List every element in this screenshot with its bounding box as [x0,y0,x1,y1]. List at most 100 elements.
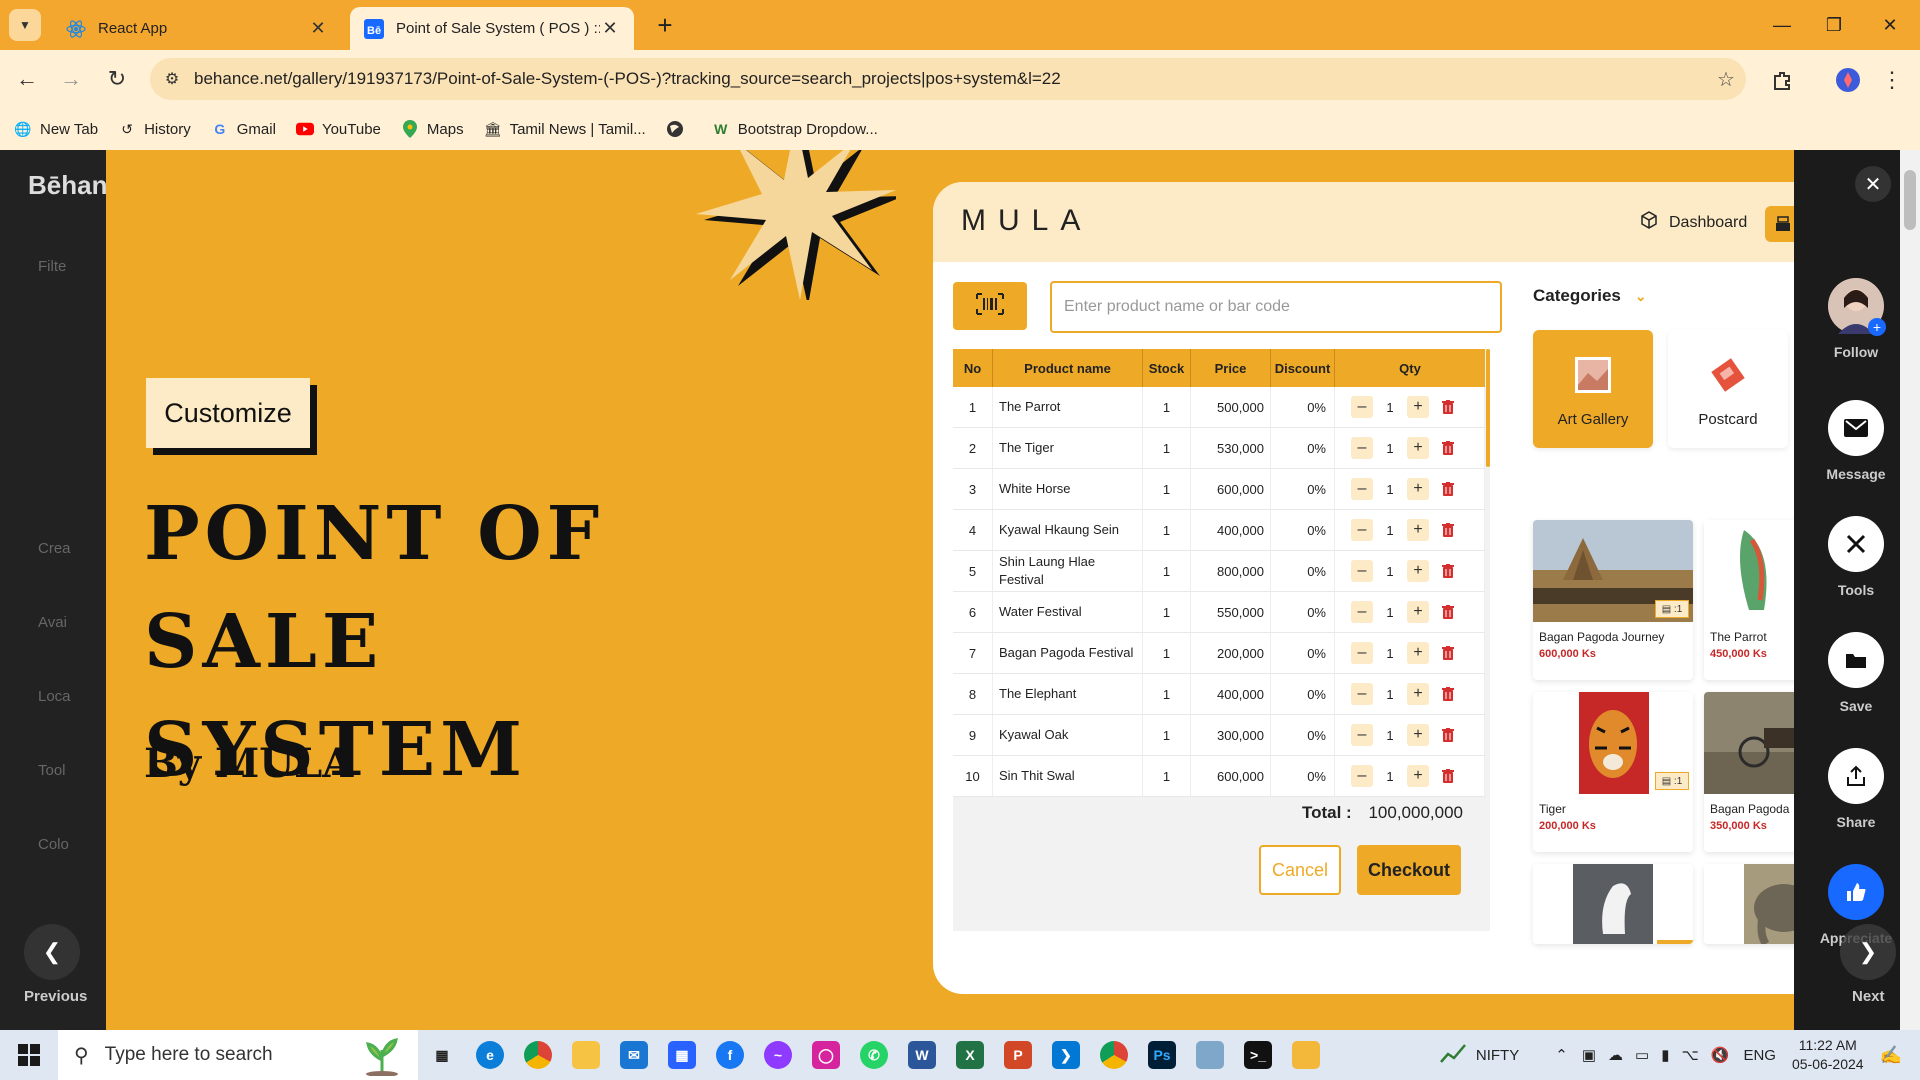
trash-icon[interactable] [1441,605,1455,619]
new-tab-button[interactable]: + [650,10,680,41]
save-button[interactable]: Save [1810,632,1902,714]
trash-icon[interactable] [1441,646,1455,660]
trash-icon[interactable] [1441,728,1455,742]
increase-qty-button[interactable]: + [1407,642,1429,664]
close-project-icon[interactable]: ✕ [1855,166,1891,202]
trash-icon[interactable] [1441,687,1455,701]
back-icon[interactable]: ← [12,64,42,94]
bookmark-bootstrap[interactable]: W Bootstrap Dropdow... [712,120,878,138]
trash-icon[interactable] [1441,769,1455,783]
tab-react-app[interactable]: React App ✕ [52,7,342,50]
category-art-gallery[interactable]: Art Gallery [1533,330,1653,448]
word-icon[interactable]: W [898,1030,946,1080]
browser-menu-icon[interactable]: ⋮ [1876,64,1908,96]
language-indicator[interactable]: ENG [1743,1047,1776,1064]
category-postcard[interactable]: Postcard [1668,330,1788,448]
product-search-input[interactable] [1050,281,1502,333]
bookmark-youtube[interactable]: YouTube [295,120,381,138]
next-project-button[interactable]: ❯ [1840,924,1896,980]
message-button[interactable]: Message [1810,400,1902,482]
page-scrollbar[interactable] [1900,150,1920,1030]
previous-project-button[interactable]: ❮ [24,924,80,980]
follow-button[interactable]: + Follow [1810,278,1902,360]
increase-qty-button[interactable]: + [1407,478,1429,500]
product-card[interactable]: The Parrot 450,000 Ks [1704,520,1794,680]
close-tab-icon[interactable]: ✕ [600,18,620,39]
tab-behance[interactable]: Bē Point of Sale System ( POS ) :: Behan… [350,7,634,50]
product-card[interactable]: ▤ : 1 Tiger 200,000 Ks [1533,692,1693,852]
share-button[interactable]: Share [1810,748,1902,830]
trash-icon[interactable] [1441,523,1455,537]
decrease-qty-button[interactable]: – [1351,724,1373,746]
bookmark-history[interactable]: ↺ History [118,120,191,138]
terminal-icon[interactable]: >_ [1234,1030,1282,1080]
bookmark-gmail[interactable]: G Gmail [211,120,276,138]
chrome-profile-icon[interactable] [1090,1030,1138,1080]
decrease-qty-button[interactable]: – [1351,519,1373,541]
whatsapp-icon[interactable]: ✆ [850,1030,898,1080]
increase-qty-button[interactable]: + [1407,683,1429,705]
trash-icon[interactable] [1441,400,1455,414]
photoshop-icon[interactable]: Ps [1138,1030,1186,1080]
powerpoint-icon[interactable]: P [994,1030,1042,1080]
file-explorer-icon[interactable] [562,1030,610,1080]
site-info-icon[interactable]: ⚙ [150,69,194,89]
checkout-button[interactable]: Checkout [1357,845,1461,895]
ticker-label[interactable]: NIFTY [1476,1047,1519,1064]
product-card[interactable]: ▤ : 1 Bagan Pagoda Journey 600,000 Ks [1533,520,1693,680]
scrollbar-thumb[interactable] [1904,170,1916,230]
bookmark-new-tab[interactable]: 🌐 New Tab [14,120,98,138]
meet-icon[interactable]: ▣ [1582,1046,1596,1064]
dashboard-link[interactable]: Dashboard [1639,210,1747,235]
tools-button[interactable]: Tools [1810,516,1902,598]
volume-mute-icon[interactable]: 🔇 [1711,1046,1730,1064]
clock[interactable]: 11:22 AM 05-06-2024 [1792,1036,1864,1074]
taskbar-search[interactable]: ⚲ Type here to search [58,1030,418,1080]
bookmark-star-icon[interactable]: ☆ [1706,67,1746,92]
decrease-qty-button[interactable]: – [1351,765,1373,787]
folder-app-icon[interactable] [1282,1030,1330,1080]
trash-icon[interactable] [1441,482,1455,496]
mail-app-icon[interactable]: ✉ [610,1030,658,1080]
notification-icon[interactable]: ✍ [1880,1045,1902,1066]
product-card[interactable] [1704,864,1794,944]
categories-dropdown[interactable]: Categories ⌄ [1533,286,1647,306]
edge-icon[interactable]: e [466,1030,514,1080]
product-card[interactable]: Bagan Pagoda 350,000 Ks [1704,692,1794,852]
increase-qty-button[interactable]: + [1407,396,1429,418]
url-text[interactable]: behance.net/gallery/191937173/Point-of-S… [194,69,1706,89]
cash-register-icon[interactable] [1765,206,1794,242]
notes-icon[interactable] [1186,1030,1234,1080]
chrome-icon[interactable] [514,1030,562,1080]
display-icon[interactable]: ▭ [1635,1046,1649,1064]
vscode-icon[interactable]: ❯ [1042,1030,1090,1080]
trash-icon[interactable] [1441,441,1455,455]
chevron-up-icon[interactable]: ⌃ [1555,1046,1568,1064]
messenger-icon[interactable]: ~ [754,1030,802,1080]
address-bar[interactable]: ⚙ behance.net/gallery/191937173/Point-of… [150,58,1746,100]
extensions-icon[interactable] [1766,64,1798,96]
close-window-icon[interactable]: ✕ [1870,10,1910,40]
cancel-button[interactable]: Cancel [1259,845,1341,895]
bookmark-tamil-news[interactable]: 🏛 Tamil News | Tamil... [484,120,646,138]
forward-icon[interactable]: → [56,64,86,94]
decrease-qty-button[interactable]: – [1351,560,1373,582]
cart-scrollbar[interactable] [1486,349,1490,467]
onedrive-icon[interactable]: ☁ [1608,1046,1623,1064]
increase-qty-button[interactable]: + [1407,560,1429,582]
battery-icon[interactable]: ▮ [1661,1046,1669,1064]
bookmark-maps[interactable]: Maps [401,120,464,138]
reload-icon[interactable]: ↻ [102,64,132,94]
decrease-qty-button[interactable]: – [1351,642,1373,664]
increase-qty-button[interactable]: + [1407,437,1429,459]
increase-qty-button[interactable]: + [1407,765,1429,787]
increase-qty-button[interactable]: + [1407,724,1429,746]
increase-qty-button[interactable]: + [1407,601,1429,623]
tab-search-button[interactable]: ▼ [9,9,41,41]
profile-avatar-icon[interactable] [1832,64,1864,96]
decrease-qty-button[interactable]: – [1351,683,1373,705]
instagram-icon[interactable]: ◯ [802,1030,850,1080]
close-tab-icon[interactable]: ✕ [308,18,328,39]
wifi-icon[interactable]: ⌥ [1681,1046,1698,1064]
start-button[interactable] [0,1030,58,1080]
